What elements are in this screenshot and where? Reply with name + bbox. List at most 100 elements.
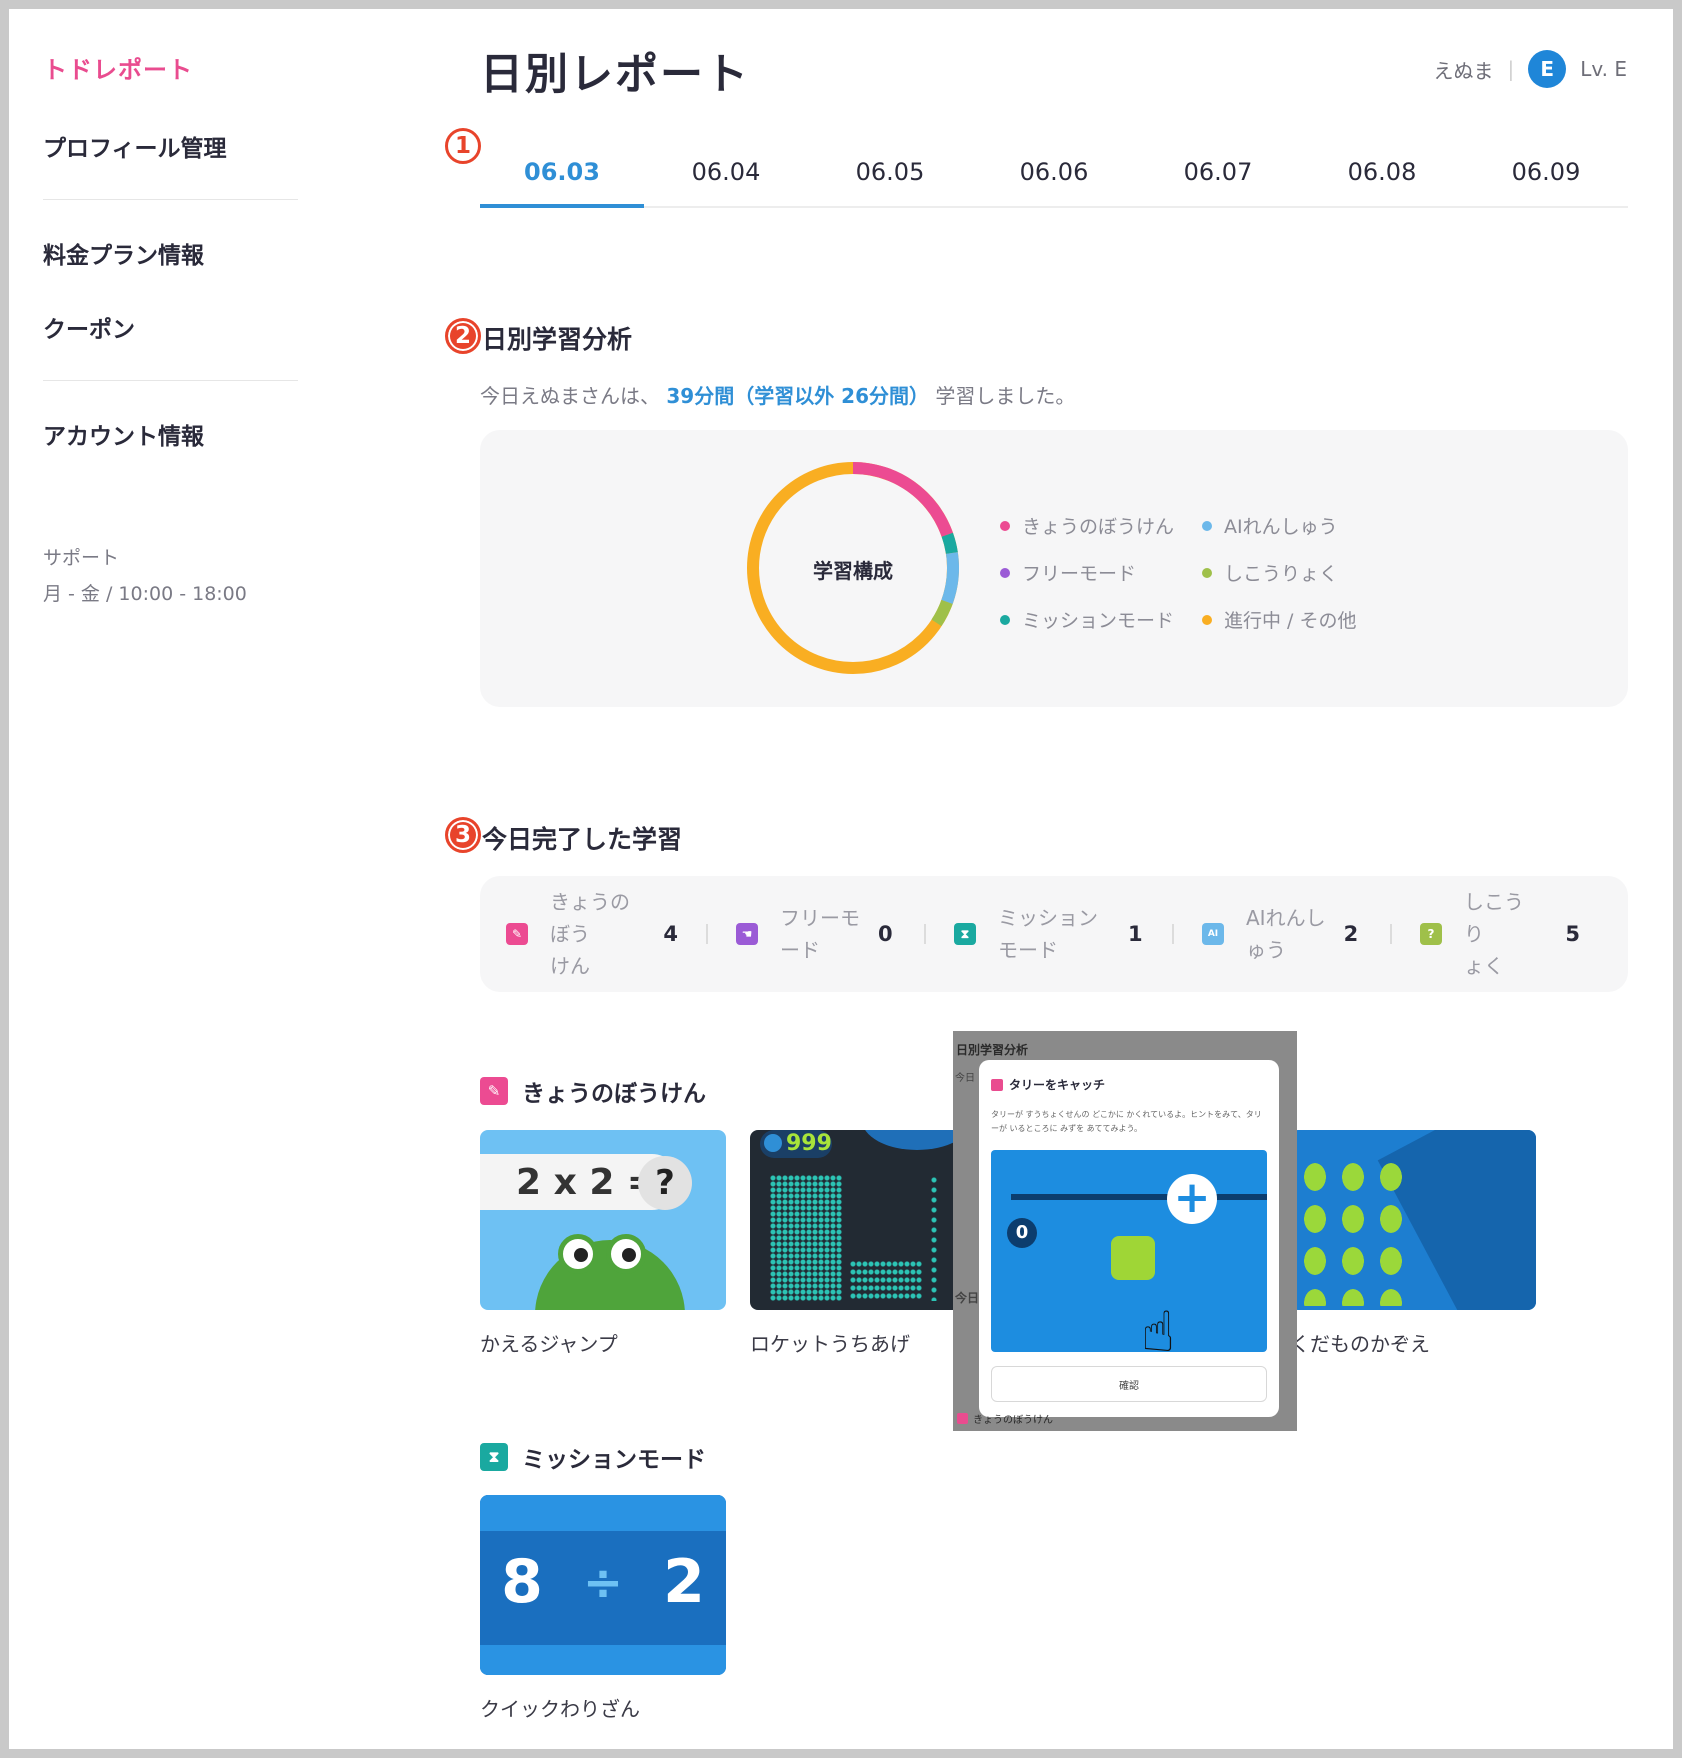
category-title-label: ミッションモード	[522, 1447, 706, 1473]
sidebar: トドレポート プロフィール管理 料金プラン情報 クーポン アカウント情報	[43, 50, 298, 451]
divisor: 2	[663, 1547, 705, 1617]
block-grid	[850, 1260, 922, 1300]
game-card[interactable]: 2 x 2 = ? かえるジャンプ	[480, 1130, 726, 1357]
legend-label: きょうのぼうけん	[1022, 516, 1175, 538]
tab-date[interactable]: 06.05	[808, 150, 972, 206]
legend-label: AIれんしゅう	[1224, 516, 1338, 538]
divider	[924, 924, 926, 944]
analysis-summary: 今日えぬまさんは、 39分間（学習以外 26分間） 学習しました。	[480, 380, 1075, 409]
ai-icon: AI	[1202, 923, 1224, 945]
user-menu[interactable]: えぬま | E Lv. E	[1433, 50, 1627, 88]
stat-label: ミッション モード	[998, 906, 1098, 962]
question-icon: ?	[1420, 923, 1442, 945]
legend-item: AIれんしゅう	[1202, 512, 1402, 539]
legend-dot	[1202, 567, 1212, 578]
overlay-category-label: きょうのぼうけん	[957, 1411, 1053, 1426]
modal-description: タリーが すうちょくせんの どこかに かくれているよ。ヒントをみて、タリーが い…	[991, 1110, 1262, 1133]
game-thumbnail[interactable]	[1290, 1130, 1536, 1310]
overlay-section-title: 日別学習分析	[956, 1043, 1029, 1057]
pencil-icon: ✎	[506, 923, 528, 945]
nav-account[interactable]: アカウント情報	[43, 417, 298, 451]
legend-label: ミッションモード	[1022, 610, 1175, 632]
annotation-marker-2: 2	[445, 318, 481, 354]
legend-item: フリーモード	[1000, 559, 1202, 586]
tab-date[interactable]: 06.09	[1464, 150, 1628, 206]
game-card[interactable]: 8 ÷ 2 クイックわりざん	[480, 1495, 726, 1722]
stat-value: 2	[1343, 922, 1359, 946]
hourglass-icon: ⧗	[480, 1443, 508, 1471]
tab-date[interactable]: 06.04	[644, 150, 808, 206]
question-bubble: ?	[638, 1156, 692, 1210]
legend-item: 進行中 / その他	[1202, 606, 1402, 633]
user-name: えぬま	[1433, 58, 1494, 83]
divider	[1390, 924, 1392, 944]
avatar[interactable]: E	[1528, 50, 1567, 88]
brand-logo[interactable]: トドレポート	[43, 50, 298, 85]
bolt-icon	[764, 1134, 782, 1152]
modal-title-text: タリーをキャッチ	[1009, 1078, 1106, 1092]
tab-date[interactable]: 06.06	[972, 150, 1136, 206]
donut-segment-mission	[941, 532, 958, 555]
stat-mission: ⧗ ミッション モード 1	[954, 902, 1144, 966]
game-card[interactable]: くだものかぞえ	[1290, 1130, 1536, 1357]
legend-dot	[1000, 614, 1010, 625]
legend-item: きょうのぼうけん	[1000, 512, 1202, 539]
stat-label: きょうのぼう けん	[550, 890, 630, 978]
completed-stats-card: ✎ きょうのぼう けん 4 ☚ フリーモ ード 0 ⧗ ミッション モード 1 AI …	[480, 876, 1628, 992]
stat-label: フリーモ ード	[780, 906, 860, 962]
legend-item: ミッションモード	[1000, 606, 1202, 633]
page-title: 日別レポート	[480, 50, 750, 100]
stat-adventure: ✎ きょうのぼう けん 4	[506, 886, 678, 982]
tab-date[interactable]: 06.03	[480, 150, 644, 208]
stat-label: しこうり ょく	[1464, 890, 1524, 978]
category-title-adventure: ✎ きょうのぼうけん	[480, 1074, 706, 1108]
donut-center-label: 学習構成	[813, 559, 893, 583]
nav-plan[interactable]: 料金プラン情報	[43, 236, 298, 270]
modal-preview-overlay: 日別学習分析 今日 今日 タリーをキャッチ タリーが すうちょくせんの どこかに…	[953, 1031, 1297, 1431]
divide-symbol: ÷	[582, 1555, 624, 1611]
divider: |	[1507, 57, 1515, 81]
stat-ai: AI AIれんし ゅう 2	[1202, 902, 1362, 966]
category-title-label: きょうのぼうけん	[522, 1081, 706, 1107]
frog-pupil	[622, 1248, 636, 1262]
nav-profile[interactable]: プロフィール管理	[43, 129, 298, 163]
tab-date[interactable]: 06.08	[1300, 150, 1464, 206]
modal-title: タリーをキャッチ	[991, 1076, 1105, 1093]
block-column	[930, 1175, 938, 1301]
section-title-analysis: 日別学習分析	[482, 325, 633, 354]
game-name: クイックわりざん	[480, 1697, 640, 1721]
hourglass-icon: ⧗	[954, 923, 976, 945]
pointer-hand-icon: ☝	[1141, 1300, 1176, 1352]
stat-free: ☚ フリーモ ード 0	[736, 902, 896, 966]
analysis-card: 学習構成 きょうのぼうけん AIれんしゅう フリーモード しこうりょく ミッショ…	[480, 430, 1628, 707]
tally-character	[1111, 1236, 1155, 1280]
game-name: くだものかぞえ	[1290, 1332, 1430, 1356]
divider	[706, 924, 708, 944]
game-thumbnail[interactable]: 2 x 2 = ?	[480, 1130, 726, 1310]
legend-label: しこうりょく	[1224, 563, 1339, 585]
legend-item: しこうりょく	[1202, 559, 1402, 586]
summary-prefix: 今日えぬまさんは、	[480, 384, 660, 408]
confirm-button[interactable]: 確認	[991, 1366, 1267, 1402]
game-thumbnail[interactable]: 8 ÷ 2	[480, 1495, 726, 1675]
plus-icon: +	[1167, 1174, 1217, 1224]
stat-label: AIれんし ゅう	[1246, 906, 1326, 962]
date-tabs: 06.03 06.04 06.05 06.06 06.07 06.08 06.0…	[480, 150, 1628, 208]
thumb-band	[480, 1645, 726, 1675]
stat-thinking: ? しこうり ょく 5	[1420, 886, 1580, 982]
annotation-marker-3: 3	[445, 817, 481, 853]
legend-dot	[1202, 614, 1212, 625]
division-equation: 8 ÷ 2	[480, 1547, 726, 1617]
thumb-band	[480, 1495, 726, 1531]
game-name: かえるジャンプ	[480, 1332, 618, 1356]
overlay-side-text: 今日	[955, 1291, 980, 1305]
nav-coupon[interactable]: クーポン	[43, 310, 298, 344]
section-title-completed: 今日完了した学習	[482, 825, 683, 854]
pencil-icon	[957, 1413, 968, 1424]
annotation-marker-1: 1	[445, 128, 481, 164]
summary-minutes: 39分間（学習以外 26分間）	[666, 384, 929, 408]
donut-segment-adventure	[852, 462, 953, 537]
tab-date[interactable]: 06.07	[1136, 150, 1300, 206]
legend-dot	[1000, 520, 1010, 531]
hand-icon: ☚	[736, 923, 758, 945]
